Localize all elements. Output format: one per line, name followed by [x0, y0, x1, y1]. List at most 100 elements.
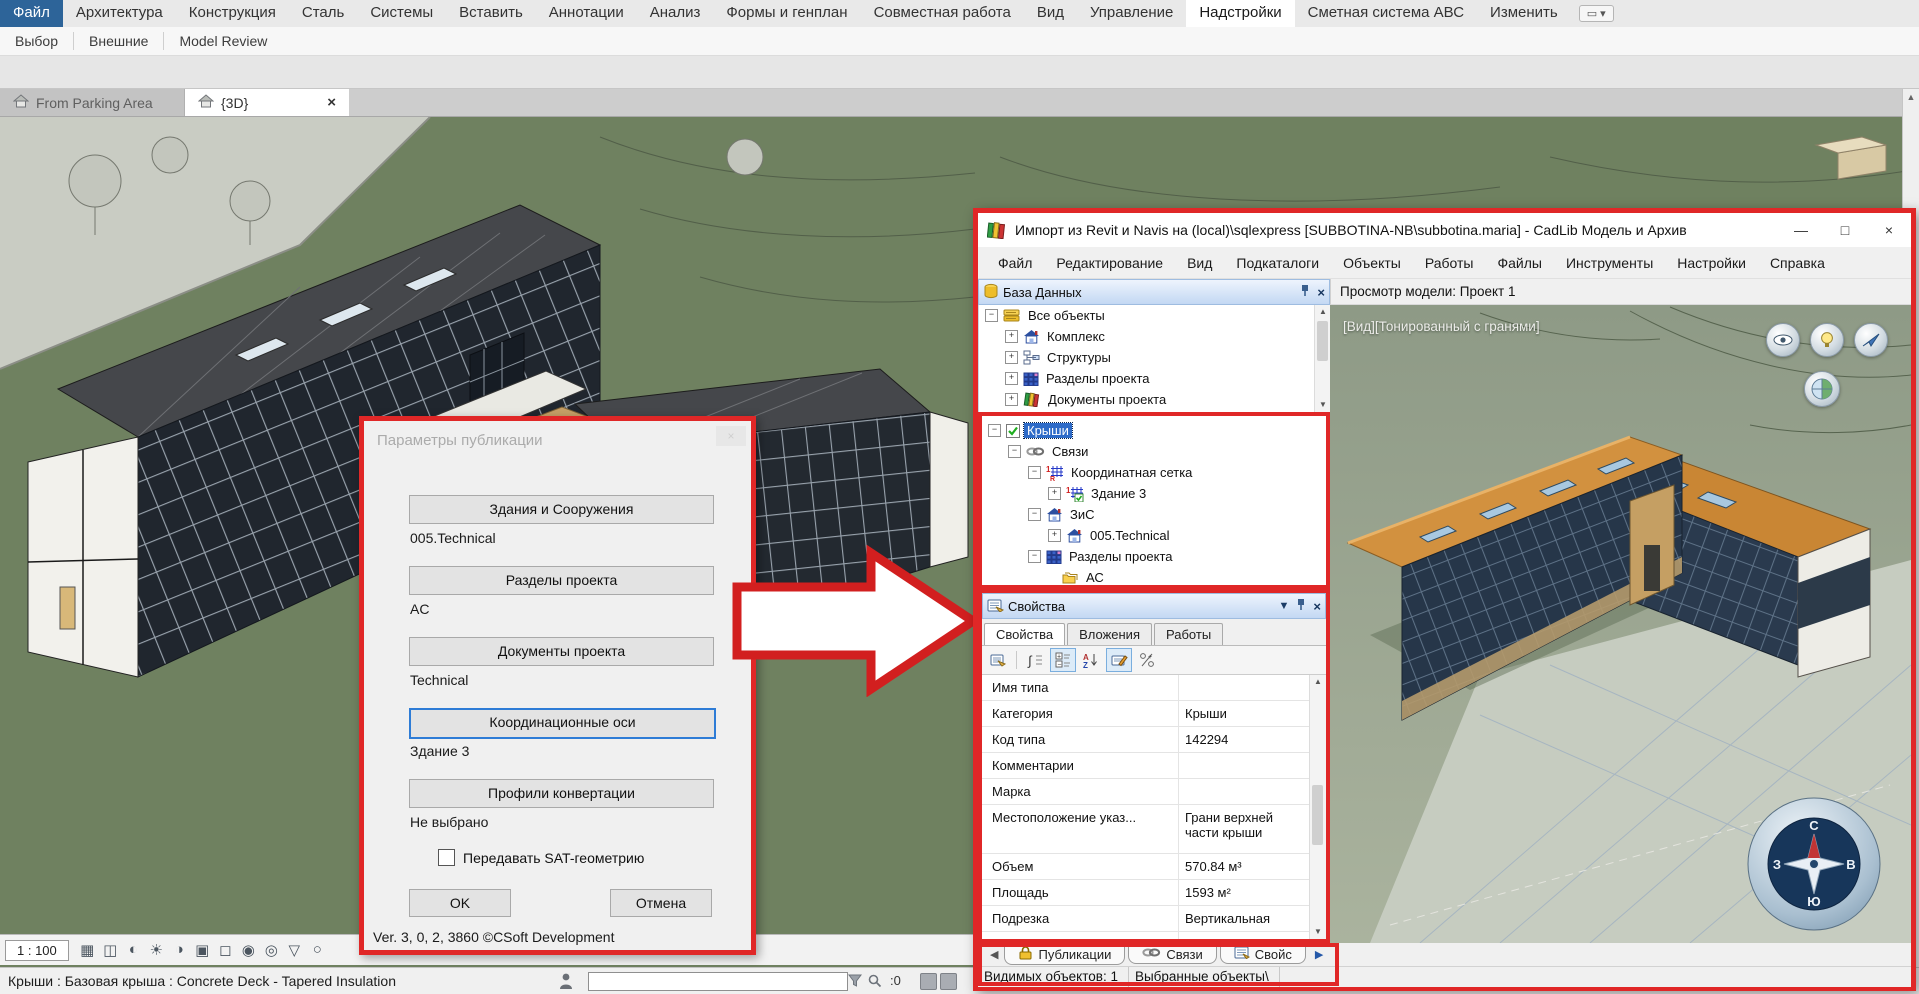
tree-expander[interactable]: +: [1005, 372, 1018, 385]
tree-item[interactable]: −Все объекты: [979, 305, 1331, 326]
tree-expander[interactable]: −: [1028, 508, 1041, 521]
properties-icon[interactable]: [986, 649, 1010, 671]
property-value[interactable]: 1593 м²: [1179, 880, 1309, 905]
ribbon-tab[interactable]: Вставить: [446, 0, 536, 27]
tree-item[interactable]: АС: [982, 567, 1326, 588]
tree-item[interactable]: −Связи: [982, 441, 1326, 462]
ribbon-tab[interactable]: Аннотации: [536, 0, 637, 27]
tree-scrollbar[interactable]: ▲ ▼: [1314, 305, 1331, 412]
close-icon[interactable]: ×: [1317, 285, 1325, 300]
tree-item[interactable]: −1RКоординатная сетка: [982, 462, 1326, 483]
database-panel-header[interactable]: База Данных ×: [978, 279, 1330, 305]
menu-item[interactable]: Инструменты: [1554, 255, 1665, 271]
sum-icon[interactable]: ∫: [1023, 649, 1047, 671]
sat-geometry-checkbox[interactable]: Передавать SAT-геометрию: [438, 849, 644, 866]
dialog-close-button[interactable]: ×: [716, 426, 746, 446]
view-tab[interactable]: From Parking Area: [0, 89, 185, 116]
reveal-hidden-icon[interactable]: ◎: [260, 941, 283, 959]
search-icon[interactable]: [868, 974, 882, 993]
navigation-compass[interactable]: С В Ю З: [1744, 794, 1884, 934]
tree-expander[interactable]: +: [1005, 330, 1018, 343]
tree-expander[interactable]: +: [1005, 351, 1018, 364]
sort-az-icon[interactable]: AZ: [1079, 649, 1103, 671]
tree-item[interactable]: +Разделы проекта: [979, 368, 1331, 389]
lightbulb-icon[interactable]: [1810, 323, 1844, 357]
crop-view-icon[interactable]: ▣: [191, 941, 214, 959]
scroll-left-icon[interactable]: ◀: [984, 948, 1004, 961]
filter-icon[interactable]: [848, 974, 862, 992]
ribbon-tab[interactable]: Управление: [1077, 0, 1186, 27]
cancel-button[interactable]: Отмена: [610, 889, 712, 917]
tree-expander[interactable]: −: [985, 309, 998, 322]
tree-item[interactable]: +005.Technical: [982, 525, 1326, 546]
menu-item[interactable]: Файл: [986, 255, 1044, 271]
ribbon-tab[interactable]: Анализ: [637, 0, 714, 27]
properties-tab[interactable]: Работы: [1154, 623, 1223, 645]
property-value[interactable]: 142294: [1179, 727, 1309, 752]
ribbon-tab[interactable]: Изменить: [1477, 0, 1571, 27]
menu-item[interactable]: Объекты: [1331, 255, 1413, 271]
tree-item[interactable]: +1Здание 3: [982, 483, 1326, 504]
chevron-down-icon[interactable]: ▼: [1279, 600, 1290, 612]
tree-item[interactable]: −ЗиС: [982, 504, 1326, 525]
maximize-button[interactable]: □: [1823, 213, 1867, 247]
tree-expander[interactable]: +: [1005, 393, 1018, 406]
dialog-button[interactable]: Документы проекта: [409, 637, 714, 666]
properties-tab[interactable]: Свойства: [984, 623, 1065, 646]
ribbon-tab[interactable]: Файл: [0, 0, 63, 27]
grid-scrollbar[interactable]: ▲ ▼: [1309, 675, 1326, 939]
temporary-view-icon[interactable]: ▽: [283, 941, 306, 959]
property-value[interactable]: Крыши: [1179, 701, 1309, 726]
tree-expander[interactable]: +: [1048, 487, 1061, 500]
tree-expander[interactable]: −: [988, 424, 1001, 437]
tree-expander[interactable]: +: [1048, 529, 1061, 542]
sun-path-icon[interactable]: ☀: [145, 941, 168, 959]
menu-item[interactable]: Работы: [1413, 255, 1486, 271]
ribbon-tab[interactable]: Вид: [1024, 0, 1077, 27]
view-scale[interactable]: 1 : 100: [5, 940, 69, 961]
visual-style-icon[interactable]: ◐: [122, 941, 145, 959]
plus-minus-icon[interactable]: +: [1135, 649, 1159, 671]
shadows-icon[interactable]: ◑: [168, 941, 191, 959]
status-toggle-icon[interactable]: [940, 973, 957, 990]
ribbon-tab[interactable]: Архитектура: [63, 0, 176, 27]
menu-item[interactable]: Файлы: [1486, 255, 1554, 271]
menu-item[interactable]: Справка: [1758, 255, 1837, 271]
menu-item[interactable]: Настройки: [1665, 255, 1758, 271]
model-viewport[interactable]: [Вид][Тонированный с гранями]: [1330, 305, 1911, 943]
view-tab[interactable]: {3D}×: [185, 89, 349, 116]
view-cube-icon[interactable]: ▦: [76, 941, 99, 959]
fly-mode-icon[interactable]: [1854, 323, 1888, 357]
ribbon-tab[interactable]: Надстройки: [1186, 0, 1294, 27]
close-icon[interactable]: ×: [1313, 599, 1321, 614]
property-value[interactable]: [1179, 779, 1309, 804]
property-value[interactable]: Да: [1179, 932, 1309, 939]
tree-item[interactable]: −Крыши: [982, 420, 1326, 441]
property-value[interactable]: 570.84 м³: [1179, 854, 1309, 879]
status-toggle-icon[interactable]: [920, 973, 937, 990]
tree-expander[interactable]: −: [1028, 466, 1041, 479]
ribbon-tab[interactable]: Формы и генплан: [713, 0, 860, 27]
show-crop-icon[interactable]: ◻: [214, 941, 237, 959]
dialog-button[interactable]: Разделы проекта: [409, 566, 714, 595]
bottom-tab[interactable]: Связи: [1128, 945, 1216, 964]
close-button[interactable]: ×: [1867, 213, 1911, 247]
property-value[interactable]: [1179, 753, 1309, 778]
ok-button[interactable]: OK: [409, 889, 511, 917]
ribbon-tab[interactable]: Сметная система АВС: [1295, 0, 1477, 27]
tree-item[interactable]: −Разделы проекта: [982, 546, 1326, 567]
tree-item[interactable]: +Документы проекта: [979, 389, 1331, 410]
categorized-icon[interactable]: +−: [1050, 648, 1076, 672]
tree-expander[interactable]: −: [1008, 445, 1021, 458]
scroll-right-icon[interactable]: ▶: [1309, 948, 1329, 961]
tree-item[interactable]: +Комплекс: [979, 326, 1331, 347]
checkbox-icon[interactable]: [438, 849, 455, 866]
status-search-input[interactable]: [588, 972, 848, 991]
tree-expander[interactable]: −: [1028, 550, 1041, 563]
menu-item[interactable]: Вид: [1175, 255, 1224, 271]
dialog-button[interactable]: Координационные оси: [409, 708, 716, 739]
menu-item[interactable]: Подкаталоги: [1224, 255, 1331, 271]
ribbon-tab[interactable]: Системы: [357, 0, 446, 27]
pin-icon[interactable]: [1300, 284, 1310, 300]
analytical-model-icon[interactable]: ○: [306, 941, 329, 959]
